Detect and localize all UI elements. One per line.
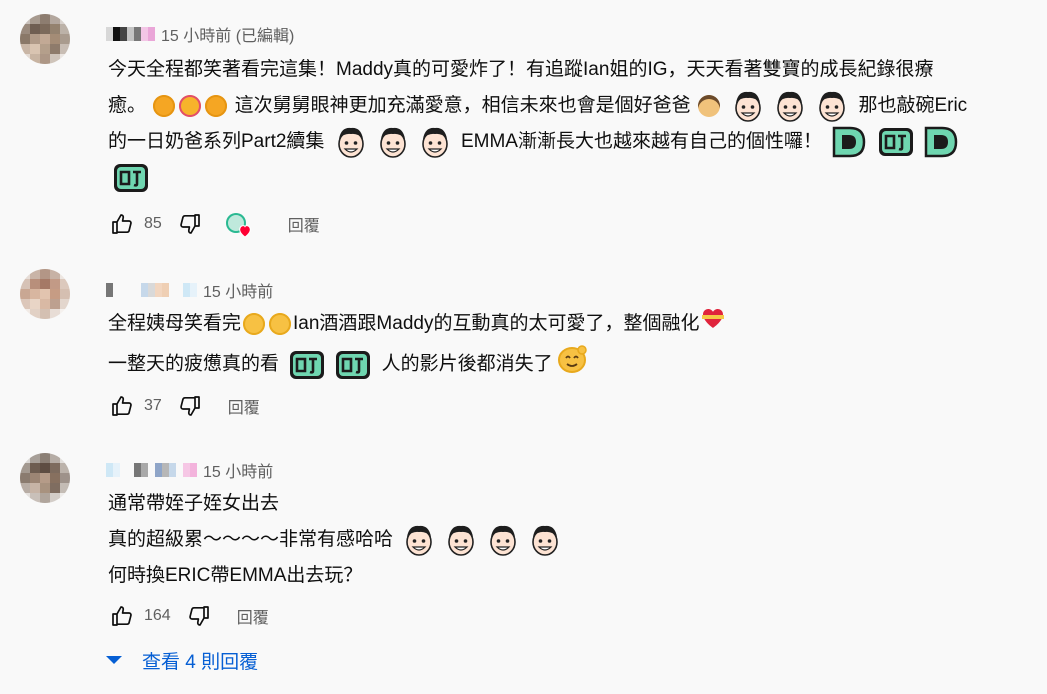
avatar[interactable] [20, 453, 70, 503]
d-sticker-emoji-icon [922, 124, 962, 160]
channel-face-emoji-icon [775, 89, 805, 123]
avatar[interactable] [20, 269, 70, 319]
creator-heart[interactable] [224, 209, 254, 239]
author-name-pixelated[interactable] [106, 283, 197, 297]
channel-face-emoji-icon [378, 125, 408, 159]
like-count: 85 [144, 215, 162, 232]
comment-actions: 85 回覆 [108, 210, 320, 238]
hugging-face-emoji-icon [555, 342, 589, 387]
thumbs-up-icon [112, 606, 132, 626]
thumbs-up-icon [112, 396, 132, 416]
channel-face-emoji-icon [336, 125, 366, 159]
comment-text: 通常帶姪子姪女出去 真的超級累～～～～非常有感哈哈 何時換ERIC帶EMMA出去… [108, 486, 1033, 594]
author-name-pixelated[interactable] [106, 463, 197, 477]
like-button[interactable] [108, 602, 136, 630]
view-replies-button[interactable]: 查看 4 則回覆 [104, 644, 258, 676]
dislike-button[interactable] [185, 602, 213, 630]
view-replies-label: 查看 4 則回覆 [142, 651, 259, 673]
thumbs-down-icon [188, 606, 209, 626]
author-name-pixelated[interactable] [106, 27, 155, 41]
thumbs-down-icon [179, 396, 200, 416]
reply-button[interactable]: 回覆 [288, 212, 320, 236]
comment-timestamp[interactable]: 15 小時前 (已編輯) [161, 22, 294, 46]
heart-icon [238, 225, 251, 238]
grinning-emoji-icon [243, 313, 266, 335]
channel-face-emoji-icon [404, 523, 434, 557]
chevron-down-icon [106, 656, 122, 664]
heart-ribbon-emoji-icon [701, 306, 725, 342]
du-sticker-emoji-icon [876, 124, 916, 160]
comment-text: 全程姨母笑看完 Ian酒酒跟Maddy的互動真的太可愛了，整個融化 一整天的疲憊真… [108, 306, 1033, 387]
avatar[interactable] [20, 14, 70, 64]
thumbs-down-icon [179, 214, 200, 234]
like-count: 37 [144, 397, 162, 414]
reply-button[interactable]: 回覆 [228, 394, 260, 418]
channel-face-emoji-icon [488, 523, 518, 557]
channel-face-emoji-icon [817, 89, 847, 123]
comment-timestamp[interactable]: 15 小時前 [203, 458, 273, 482]
du-sticker-emoji-icon [287, 347, 327, 383]
like-count: 164 [144, 607, 171, 624]
comment-text: 今天全程都笑著看完這集！Maddy真的可愛炸了！有追蹤Ian姐的IG，天天看著雙… [108, 52, 1033, 196]
reply-button[interactable]: 回覆 [237, 604, 269, 628]
like-button[interactable] [108, 210, 136, 238]
heart-eyes-emoji-icon [205, 94, 228, 117]
comment-actions: 164 回覆 [108, 602, 269, 630]
comment-timestamp[interactable]: 15 小時前 [203, 278, 273, 302]
like-button[interactable] [108, 392, 136, 420]
thumbs-up-icon [112, 214, 132, 234]
channel-face-emoji-icon [733, 89, 763, 123]
dislike-button[interactable] [176, 392, 204, 420]
heart-eyes-emoji-icon [153, 94, 176, 117]
d-sticker-emoji-icon [830, 124, 870, 160]
du-sticker-emoji-icon [111, 160, 151, 196]
comment-actions: 37 回覆 [108, 392, 260, 420]
channel-face-emoji-icon [420, 125, 450, 159]
man-emoji-icon [697, 94, 720, 117]
comment-header: 15 小時前 (已編輯) [106, 22, 294, 46]
du-sticker-emoji-icon [333, 347, 373, 383]
dislike-button[interactable] [176, 210, 204, 238]
smiling-hearts-emoji-icon [179, 94, 202, 117]
channel-face-emoji-icon [446, 523, 476, 557]
grinning-emoji-icon [269, 313, 292, 335]
comment-header: 15 小時前 [106, 278, 273, 302]
channel-face-emoji-icon [530, 523, 560, 557]
comment-header: 15 小時前 [106, 458, 273, 482]
